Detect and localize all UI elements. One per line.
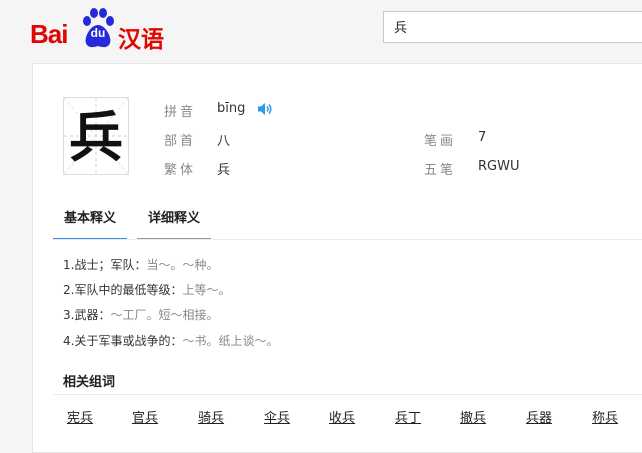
tab-detailed-definition[interactable]: 详细释义 xyxy=(137,204,211,240)
definition-example: ～工厂。短～相接。 xyxy=(110,308,219,322)
bushou-value: 八 xyxy=(217,134,231,149)
definition-item: 3.武器：～工厂。短～相接。 xyxy=(63,306,218,323)
main-character: 兵 xyxy=(69,105,123,169)
definition-example: ～书。纸上谈～。 xyxy=(182,334,279,348)
definition-tabs: 基本释义 详细释义 xyxy=(53,204,642,240)
definition-example: 当～。～种。 xyxy=(146,258,219,272)
tabs-divider xyxy=(53,239,642,240)
bushou-label: 部首 xyxy=(164,134,197,149)
speaker-icon[interactable] xyxy=(257,101,273,120)
logo-bai-text: Bai xyxy=(30,19,68,49)
definition-example: 上等～。 xyxy=(182,283,231,297)
definition-item: 4.关于军事或战争的：～书。纸上谈～。 xyxy=(63,332,278,349)
logo-hanyu-text: 汉语 xyxy=(118,27,164,53)
related-words-title: 相关组词 xyxy=(63,375,116,390)
definition-text: 1.战士；军队： xyxy=(63,258,147,272)
bihua-value: 7 xyxy=(478,130,487,145)
search-box[interactable] xyxy=(383,11,642,43)
related-divider xyxy=(53,394,642,395)
related-word-link[interactable]: 官兵 xyxy=(132,407,158,426)
definition-text: 2.军队中的最低等级： xyxy=(63,283,183,297)
pinyin-label: 拼音 xyxy=(164,105,197,120)
definition-text: 3.武器： xyxy=(63,308,111,322)
fanti-value: 兵 xyxy=(217,163,231,178)
related-word-link[interactable]: 撤兵 xyxy=(460,407,486,426)
tab-basic-definition[interactable]: 基本释义 xyxy=(53,204,127,240)
bihua-label: 笔画 xyxy=(424,134,457,149)
fanti-label: 繁体 xyxy=(164,163,197,178)
definition-item: 2.军队中的最低等级：上等～。 xyxy=(63,281,230,298)
entry-card: 兵 拼音 bīng 部首 八 笔画 7 繁体 兵 五笔 RGWU 基本释义 详细… xyxy=(32,63,642,453)
paw-icon: du xyxy=(78,8,118,50)
related-word-link[interactable]: 兵丁 xyxy=(395,407,421,426)
related-word-link[interactable]: 伞兵 xyxy=(264,407,290,426)
related-word-link[interactable]: 称兵 xyxy=(592,407,618,426)
logo-du-text: du xyxy=(90,26,106,40)
wubi-label: 五笔 xyxy=(424,163,457,178)
related-word-link[interactable]: 宪兵 xyxy=(67,407,93,426)
definition-text: 4.关于军事或战争的： xyxy=(63,334,183,348)
wubi-value: RGWU xyxy=(478,159,520,174)
definition-item: 1.战士；军队：当～。～种。 xyxy=(63,256,218,273)
related-words-list: 宪兵 官兵 骑兵 伞兵 收兵 兵丁 撤兵 兵器 称兵 xyxy=(33,407,642,427)
pinyin-value: bīng xyxy=(217,101,246,116)
related-word-link[interactable]: 骑兵 xyxy=(198,407,224,426)
search-input[interactable] xyxy=(394,19,634,34)
related-word-link[interactable]: 兵器 xyxy=(526,407,552,426)
related-word-link[interactable]: 收兵 xyxy=(329,407,355,426)
header: Bai du 汉语 xyxy=(0,0,642,62)
character-grid-box: 兵 xyxy=(63,97,129,175)
